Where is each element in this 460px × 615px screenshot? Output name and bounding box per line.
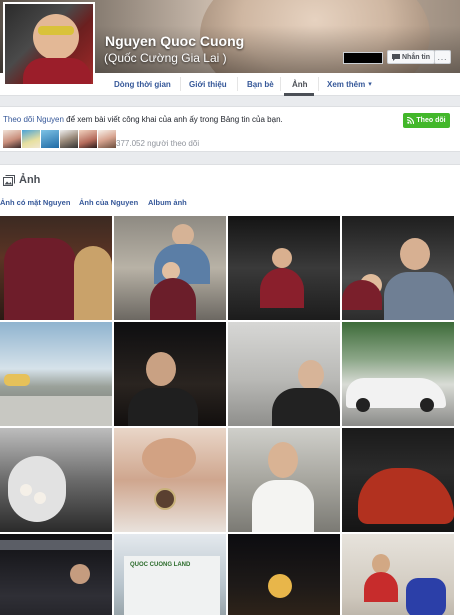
- photo-thumbnail[interactable]: [114, 428, 226, 532]
- tab-divider: [180, 77, 181, 91]
- photo-subject: [272, 248, 292, 268]
- photo-subject: [8, 456, 66, 522]
- tab-label: Ảnh: [292, 79, 308, 89]
- tab-label: Dòng thời gian: [114, 79, 171, 89]
- photo-subject: [420, 398, 434, 412]
- photos-header: Ảnh: [3, 174, 40, 186]
- photo-subject: [298, 360, 324, 390]
- follow-prompt: Theo dõi Nguyen để xem bài viết công kha…: [3, 115, 283, 124]
- photo-subject: [34, 492, 46, 504]
- photo-subject: [154, 244, 210, 284]
- photo-thumbnail[interactable]: QUOC CUONG LAND: [114, 534, 226, 615]
- photo-subject: [364, 572, 398, 602]
- photo-thumbnail[interactable]: [0, 428, 112, 532]
- follower-faces: [3, 130, 116, 148]
- follow-button-label: Theo dõi: [416, 117, 446, 124]
- follower-avatar[interactable]: [41, 130, 59, 148]
- photo-thumbnail[interactable]: [228, 322, 340, 426]
- subtab-photos-by[interactable]: Ảnh của Nguyen: [79, 198, 138, 207]
- photo-subject: [272, 388, 340, 426]
- message-button[interactable]: Nhắn tin: [387, 50, 435, 64]
- photo-thumbnail[interactable]: [342, 322, 454, 426]
- tab-photos[interactable]: Ảnh: [292, 73, 308, 95]
- follower-avatar[interactable]: [60, 130, 78, 148]
- profile-name[interactable]: Nguyen Quoc Cuong: [105, 33, 244, 49]
- tab-divider: [237, 77, 238, 91]
- photo-subject: [172, 224, 194, 246]
- tab-friends[interactable]: Bạn bè: [247, 73, 274, 95]
- subtab-albums[interactable]: Album ảnh: [148, 198, 187, 207]
- follow-name-link[interactable]: Theo dõi Nguyen: [3, 115, 64, 124]
- photo-subject: [150, 278, 196, 320]
- follower-avatar[interactable]: [3, 130, 21, 148]
- tab-label: Giới thiệu: [189, 79, 227, 89]
- profile-picture-shirt: [23, 58, 91, 84]
- add-friend-button[interactable]: [343, 52, 383, 64]
- photo-thumbnail[interactable]: [342, 428, 454, 532]
- chevron-down-icon: ▾: [368, 81, 372, 88]
- photo-thumbnail[interactable]: [0, 322, 112, 426]
- photos-section: Ảnh Ảnh có mặt Nguyen Ảnh của Nguyen Alb…: [0, 164, 460, 615]
- photo-subject: [0, 540, 112, 550]
- photo-thumbnail[interactable]: [342, 534, 454, 615]
- photo-subject: [4, 238, 76, 320]
- photo-thumbnail[interactable]: [228, 428, 340, 532]
- follow-button[interactable]: Theo dõi: [403, 113, 450, 128]
- tab-timeline[interactable]: Dòng thời gian: [114, 73, 171, 95]
- photo-subject: [0, 396, 112, 426]
- photo-subject: [142, 438, 196, 478]
- photo-thumbnail[interactable]: [114, 216, 226, 320]
- subtab-photos-of[interactable]: Ảnh có mặt Nguyen: [0, 198, 70, 207]
- photo-subject: [252, 480, 314, 532]
- photo-subject: [128, 388, 198, 426]
- photo-subject: [146, 352, 176, 386]
- building-sign: QUOC CUONG LAND: [130, 562, 191, 568]
- photo-subject: [358, 468, 454, 524]
- profile-picture[interactable]: [3, 2, 95, 86]
- tab-about[interactable]: Giới thiệu: [189, 73, 227, 95]
- rss-icon: [407, 117, 415, 124]
- active-tab-indicator: [284, 93, 314, 96]
- photo-thumbnail[interactable]: [0, 216, 112, 320]
- follower-avatar[interactable]: [22, 130, 40, 148]
- profile-picture-sunglasses: [38, 26, 74, 35]
- photo-thumbnail[interactable]: [114, 322, 226, 426]
- photos-title: Ảnh: [19, 174, 41, 186]
- photo-subject: [384, 272, 454, 320]
- photo-subject: [4, 374, 30, 386]
- follower-count: 377.052 người theo dõi: [116, 139, 200, 148]
- tab-label: Xem thêm: [327, 79, 366, 89]
- photo-subject: [268, 442, 298, 478]
- photo-thumbnail[interactable]: [342, 216, 454, 320]
- follow-card: Theo dõi Nguyen để xem bài viết công kha…: [0, 106, 460, 152]
- follower-avatar[interactable]: [79, 130, 97, 148]
- photo-subject: [268, 574, 292, 598]
- message-button-label: Nhắn tin: [402, 53, 430, 61]
- tab-more[interactable]: Xem thêm ▾: [327, 73, 372, 95]
- photo-subject: [20, 484, 32, 496]
- tab-divider: [280, 77, 281, 91]
- profile-alternate-name: (Quốc Cường Gia Lai ): [104, 51, 227, 65]
- photo-subject: [400, 238, 430, 270]
- photo-subject: [372, 554, 390, 574]
- photo-thumbnail[interactable]: [0, 534, 112, 615]
- photo-subject: [154, 488, 176, 510]
- tab-label: Bạn bè: [247, 79, 274, 89]
- photos-icon: [3, 174, 15, 186]
- photo-subject: [70, 564, 90, 584]
- photo-subject: [406, 578, 446, 615]
- message-icon: [392, 53, 400, 61]
- photo-thumbnail[interactable]: [228, 216, 340, 320]
- photo-subject: [74, 246, 112, 320]
- profile-picture-face: [33, 14, 79, 60]
- follower-avatar[interactable]: [98, 130, 116, 148]
- tab-divider: [318, 77, 319, 91]
- photo-subject: [356, 398, 370, 412]
- follow-prompt-text: để xem bài viết công khai của anh ấy tro…: [63, 115, 283, 124]
- photo-thumbnail[interactable]: [228, 534, 340, 615]
- photo-subject: [260, 268, 304, 308]
- more-options-button[interactable]: ...: [434, 50, 451, 64]
